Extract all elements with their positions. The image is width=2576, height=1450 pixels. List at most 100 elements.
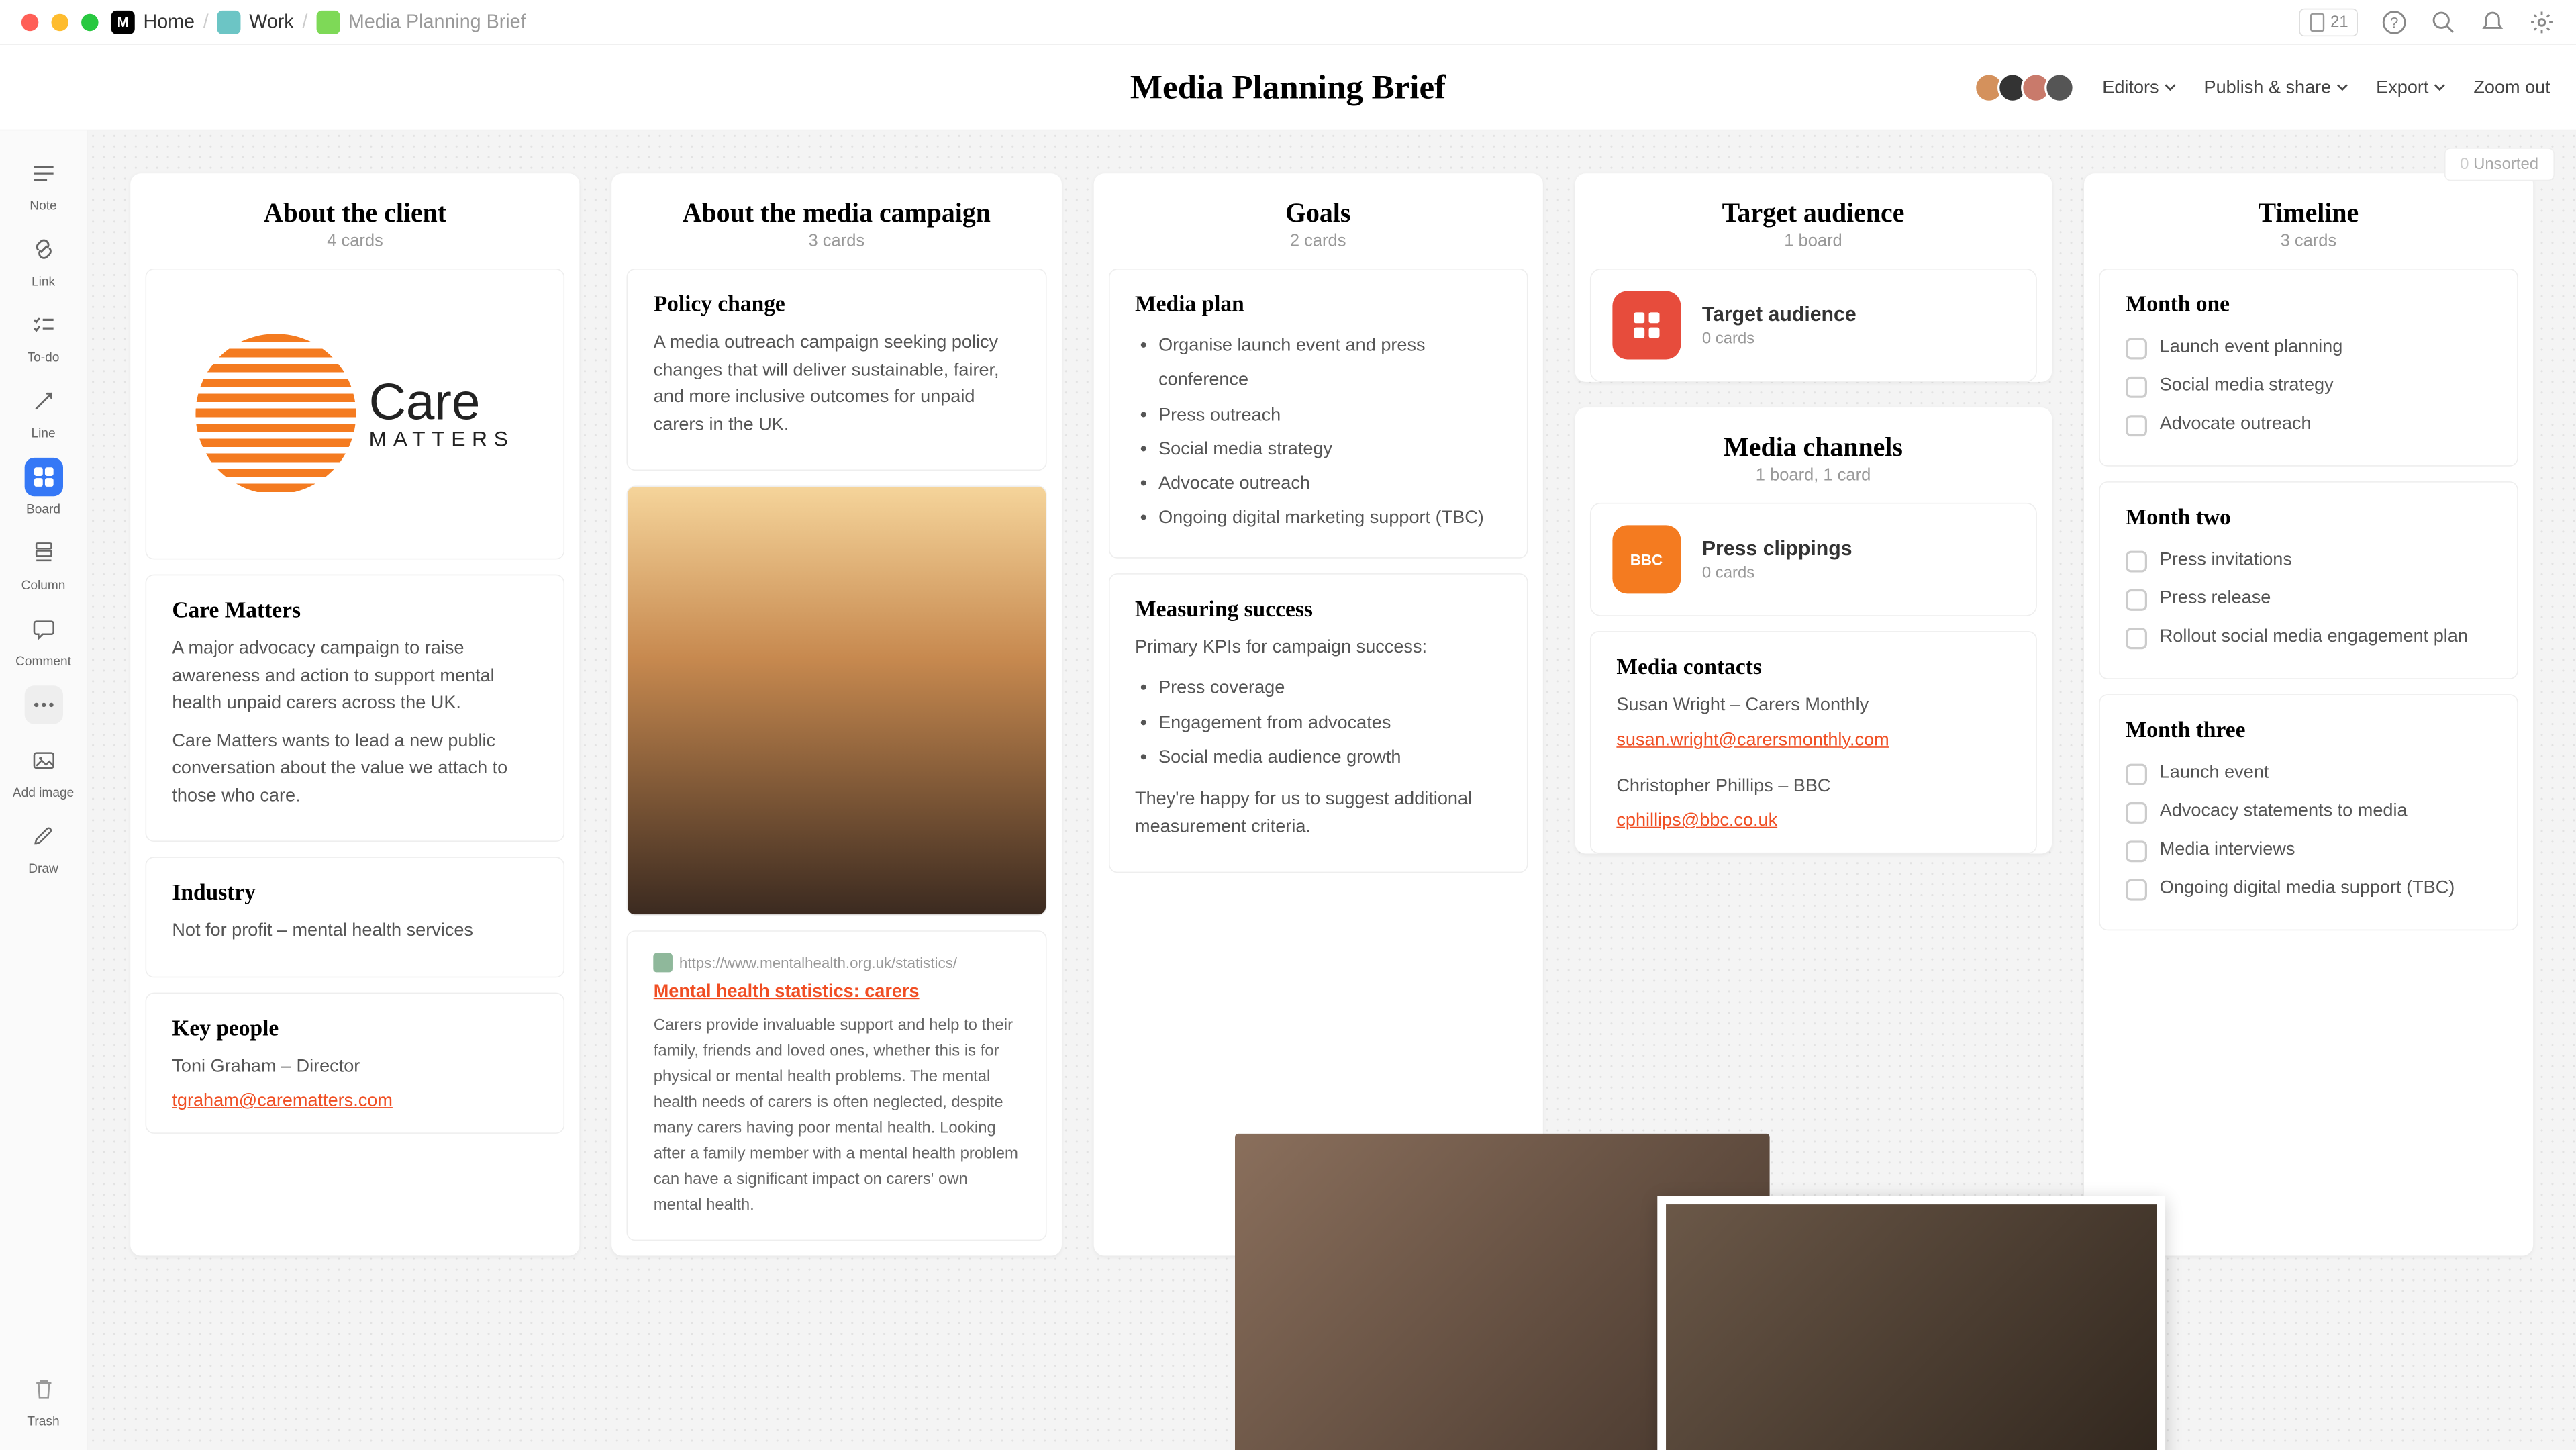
- floating-photos[interactable]: [1235, 1134, 1770, 1450]
- crumb-sep: /: [302, 11, 307, 33]
- todo-item[interactable]: Launch event: [2126, 754, 2491, 792]
- checkbox[interactable]: [2126, 377, 2147, 398]
- tool-board[interactable]: Board: [0, 449, 87, 525]
- tool-add-image[interactable]: Add image: [0, 732, 87, 808]
- maximize-button[interactable]: [81, 13, 98, 30]
- tool-todo[interactable]: To-do: [0, 297, 87, 373]
- grid-icon: [1612, 291, 1681, 359]
- list-item: Ongoing digital marketing support (TBC): [1158, 501, 1501, 535]
- window-controls: [21, 13, 99, 30]
- export-dropdown[interactable]: Export: [2376, 77, 2446, 98]
- board-meta: 3 cards: [612, 232, 1062, 252]
- tool-link[interactable]: Link: [0, 222, 87, 297]
- checkbox[interactable]: [2126, 589, 2147, 611]
- checkbox[interactable]: [2126, 338, 2147, 359]
- list-item: Social media strategy: [1158, 432, 1501, 466]
- tool-more[interactable]: [0, 677, 87, 732]
- bbc-icon: BBC: [1612, 525, 1681, 593]
- collaborators[interactable]: [1981, 72, 2075, 103]
- checkbox[interactable]: [2126, 415, 2147, 436]
- board-timeline[interactable]: Timeline3 cards Month one Launch event p…: [2084, 173, 2534, 1255]
- list-item: Press outreach: [1158, 397, 1501, 432]
- board-media-channels[interactable]: Media channels1 board, 1 card BBC Press …: [1575, 407, 2052, 853]
- board-media-campaign[interactable]: About the media campaign3 cards Policy c…: [612, 173, 1062, 1255]
- tool-note[interactable]: Note: [0, 146, 87, 222]
- svg-text:?: ?: [2390, 14, 2398, 31]
- checkbox[interactable]: [2126, 802, 2147, 824]
- minimize-button[interactable]: [51, 13, 68, 30]
- tool-column[interactable]: Column: [0, 525, 87, 601]
- todo-item[interactable]: Press release: [2126, 580, 2491, 618]
- crumb-home[interactable]: Home: [143, 11, 194, 33]
- tool-comment[interactable]: Comment: [0, 601, 87, 677]
- crumb-work[interactable]: Work: [249, 11, 293, 33]
- card-industry[interactable]: Industry Not for profit – mental health …: [146, 857, 565, 977]
- checkbox[interactable]: [2126, 550, 2147, 572]
- card-logo[interactable]: CareMATTERS: [146, 269, 565, 559]
- card-month-two[interactable]: Month two Press invitations Press releas…: [2099, 481, 2518, 679]
- publish-dropdown[interactable]: Publish & share: [2204, 77, 2348, 98]
- tool-line[interactable]: Line: [0, 373, 87, 449]
- board-target-audience[interactable]: Target audience1 board Target audience0 …: [1575, 173, 2052, 382]
- email-link[interactable]: cphillips@bbc.co.uk: [1617, 810, 1778, 830]
- notif-badge[interactable]: 21: [2299, 8, 2358, 36]
- card-image[interactable]: [627, 485, 1046, 915]
- todo-item[interactable]: Advocate outreach: [2126, 405, 2491, 444]
- crumb-brief[interactable]: Media Planning Brief: [348, 11, 526, 33]
- board-title: Media channels: [1575, 433, 2052, 463]
- list-item: Advocate outreach: [1158, 467, 1501, 501]
- todo-item[interactable]: Media interviews: [2126, 831, 2491, 869]
- home-icon[interactable]: M: [111, 10, 135, 34]
- todo-item[interactable]: Ongoing digital media support (TBC): [2126, 869, 2491, 908]
- chevron-down-icon: [2434, 81, 2446, 93]
- checkbox[interactable]: [2126, 879, 2147, 901]
- bell-icon[interactable]: [2480, 9, 2506, 35]
- meeting-image[interactable]: [1657, 1196, 2165, 1450]
- board-title: Goals: [1093, 199, 1543, 229]
- card-measuring-success[interactable]: Measuring success Primary KPIs for campa…: [1108, 573, 1528, 873]
- todo-item[interactable]: Rollout social media engagement plan: [2126, 618, 2491, 657]
- list-item: Engagement from advocates: [1158, 706, 1501, 740]
- email-link[interactable]: susan.wright@carersmonthly.com: [1617, 729, 1889, 749]
- email-link[interactable]: tgraham@carematters.com: [172, 1090, 393, 1110]
- titlebar: M Home / Work / Media Planning Brief 21 …: [0, 0, 2576, 45]
- todo-item[interactable]: Press invitations: [2126, 541, 2491, 579]
- help-icon[interactable]: ?: [2381, 9, 2407, 35]
- tool-draw[interactable]: Draw: [0, 808, 87, 884]
- brief-icon[interactable]: [316, 10, 340, 34]
- board-title: About the client: [130, 199, 580, 229]
- card-link[interactable]: https://www.mentalhealth.org.uk/statisti…: [627, 930, 1046, 1241]
- todo-item[interactable]: Social media strategy: [2126, 367, 2491, 405]
- unsorted-pill[interactable]: 0 Unsorted: [2444, 148, 2555, 181]
- checkbox[interactable]: [2126, 840, 2147, 862]
- todo-item[interactable]: Advocacy statements to media: [2126, 793, 2491, 831]
- card-press-clippings[interactable]: BBC Press clippings0 cards: [1590, 503, 2037, 616]
- crumb-sep: /: [203, 11, 209, 33]
- work-icon[interactable]: [217, 10, 240, 34]
- chevron-down-icon: [2165, 81, 2177, 93]
- card-care-matters[interactable]: Care Matters A major advocacy campaign t…: [146, 575, 565, 842]
- card-target-audience-app[interactable]: Target audience0 cards: [1590, 269, 2037, 382]
- card-month-one[interactable]: Month one Launch event planning Social m…: [2099, 269, 2518, 467]
- zoom-out-button[interactable]: Zoom out: [2473, 77, 2550, 98]
- checkbox[interactable]: [2126, 628, 2147, 649]
- page-title: Media Planning Brief: [1130, 67, 1446, 107]
- card-media-contacts[interactable]: Media contacts Susan Wright – Carers Mon…: [1590, 631, 2037, 853]
- card-policy-change[interactable]: Policy change A media outreach campaign …: [627, 269, 1046, 471]
- phone-icon: [2309, 12, 2326, 32]
- board-about-client[interactable]: About the client4 cards CareMATTERS Care…: [130, 173, 580, 1255]
- favicon: [654, 953, 673, 973]
- search-icon[interactable]: [2430, 9, 2456, 35]
- todo-item[interactable]: Launch event planning: [2126, 328, 2491, 367]
- checkbox[interactable]: [2126, 764, 2147, 785]
- gear-icon[interactable]: [2529, 9, 2555, 35]
- canvas[interactable]: 0 Unsorted About the client4 cards CareM…: [88, 130, 2576, 1450]
- board-goals[interactable]: Goals2 cards Media plan Organise launch …: [1093, 173, 1543, 1255]
- editors-dropdown[interactable]: Editors: [2102, 77, 2176, 98]
- card-media-plan[interactable]: Media plan Organise launch event and pre…: [1108, 269, 1528, 558]
- card-month-three[interactable]: Month three Launch event Advocacy statem…: [2099, 694, 2518, 930]
- tool-trash[interactable]: Trash: [0, 1361, 87, 1450]
- close-button[interactable]: [21, 13, 38, 30]
- link-title[interactable]: Mental health statistics: carers: [654, 981, 1020, 1002]
- card-key-people[interactable]: Key people Toni Graham – Director tgraha…: [146, 992, 565, 1134]
